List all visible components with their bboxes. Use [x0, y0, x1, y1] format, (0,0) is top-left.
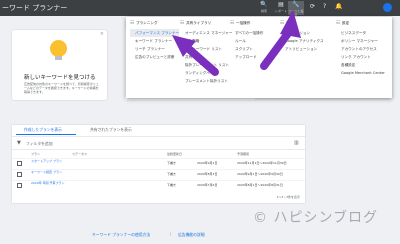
table-row[interactable]: スタートアップ プラン 下書き 2020年9月1日 2020年11月1日～202… [12, 158, 305, 168]
plan-period: 2020年8月1日～2020年8月31日 [237, 183, 283, 187]
filter-icon[interactable]: ▼ [17, 140, 21, 146]
column-header-period[interactable]: 予測期間 [237, 152, 249, 156]
tab-my-plans[interactable]: 作成したプランを表示 [24, 127, 62, 133]
plan-period: 2020年9月1日～2020年9月30日 [237, 172, 283, 176]
columns-icon[interactable]: ▥ [294, 140, 299, 146]
plan-updated: 2020年9月1日 [197, 161, 218, 165]
pagination-text: 1～3 / 3件を表示 [276, 195, 300, 199]
tab-underline [16, 134, 76, 135]
row-checkbox[interactable] [17, 183, 22, 188]
divider [12, 149, 305, 150]
column-header-updated[interactable]: 最終更新日 [167, 152, 182, 156]
column-header-status[interactable]: ステータス [72, 152, 87, 156]
plans-list-card: 作成したプランを表示 共有されたプランを表示 ▼ フィルタを追加 ▥ プラン ス… [12, 125, 305, 203]
row-checkbox[interactable] [17, 172, 22, 177]
arrow-to-performance-planner [172, 35, 219, 76]
table-row[interactable]: 2020年 年間 予算プラン 下書き 2020年7月6日 2020年8月1日～2… [12, 180, 305, 190]
plan-updated: 2020年8月3日 [197, 172, 218, 176]
footer-separator: | [170, 231, 172, 236]
tab-shared-plans[interactable]: 共有されたプランを表示 [90, 127, 132, 133]
footer-link-how-to-use[interactable]: キーワード プランナーの使用方法 [92, 232, 150, 238]
arrow-to-tools [260, 10, 301, 70]
plan-status: 下書き [167, 161, 177, 165]
footer-link-ad-features[interactable]: 広告機能の詳細 [178, 232, 205, 238]
divider [12, 136, 305, 137]
plan-name-link[interactable]: キーワード調査 プラン [31, 170, 62, 175]
filter-label[interactable]: フィルタを追加 [26, 141, 53, 147]
plan-updated: 2020年7月6日 [197, 183, 218, 187]
row-checkbox[interactable] [17, 161, 22, 166]
table-row[interactable]: キーワード調査 プラン 下書き 2020年8月3日 2020年9月1日～2020… [12, 169, 305, 179]
watermark: © ハピシンブログ [253, 210, 379, 226]
plan-status: 下書き [167, 172, 177, 176]
plan-name-link[interactable]: 2020年 年間 予算プラン [31, 181, 65, 186]
plan-status: 下書き [167, 183, 177, 187]
plan-period: 2020年11月1日～2020年11月30日 [237, 161, 287, 165]
column-header-plan[interactable]: プラン [31, 152, 40, 156]
plan-name-link[interactable]: スタートアップ プラン [31, 159, 62, 164]
